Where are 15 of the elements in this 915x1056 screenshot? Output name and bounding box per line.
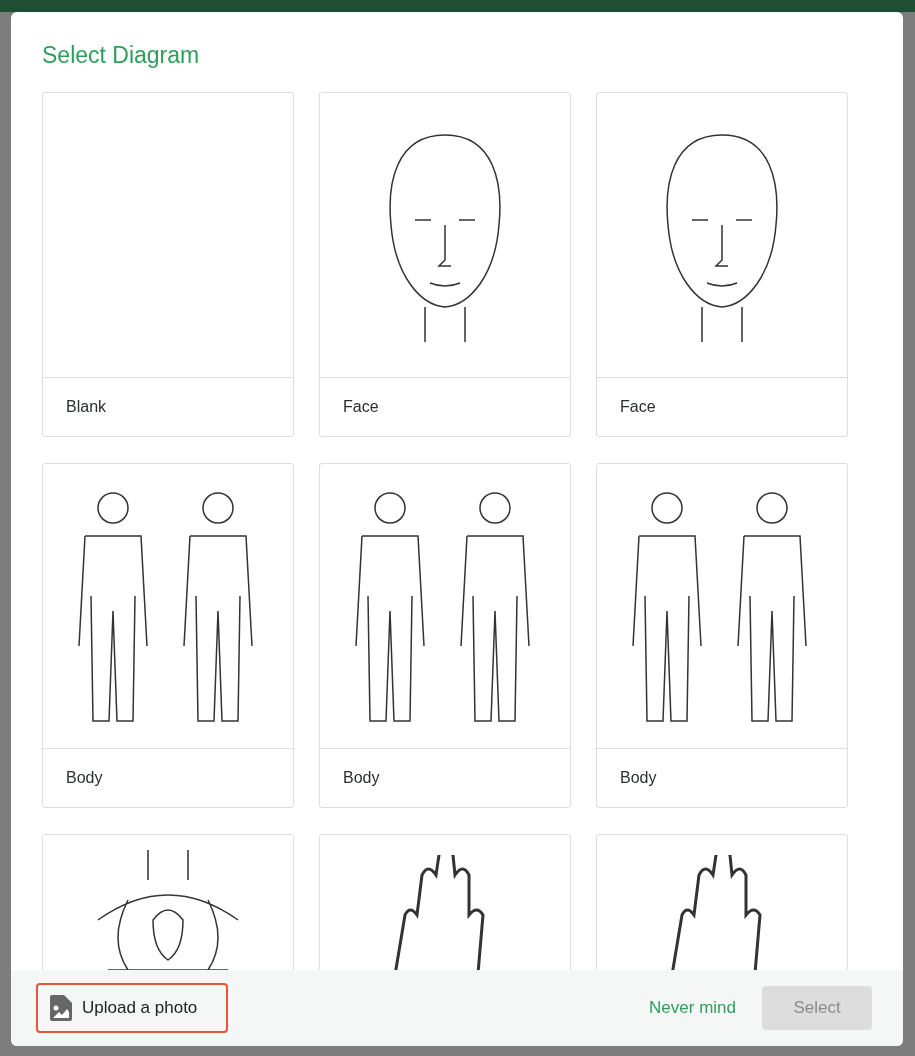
dialog-title: Select Diagram (42, 42, 201, 70)
diagram-card[interactable]: Body (596, 463, 848, 808)
upload-photo-button[interactable]: Upload a photo (36, 983, 228, 1033)
diagram-label: Body (619, 768, 658, 787)
diagram-label: Body (342, 768, 381, 787)
diagram-label: Body (65, 768, 104, 787)
image-file-icon (50, 995, 72, 1021)
diagram-card[interactable]: Body (319, 463, 571, 808)
diagram-label: Blank (65, 397, 108, 416)
diagram-card[interactable]: Face (319, 92, 571, 437)
diagram-label: Face (619, 397, 657, 416)
diagram-card[interactable]: Face (596, 92, 848, 437)
diagram-label: Face (342, 397, 380, 416)
diagram-card[interactable]: Blank (42, 92, 294, 437)
diagram-card[interactable]: Body (42, 463, 294, 808)
